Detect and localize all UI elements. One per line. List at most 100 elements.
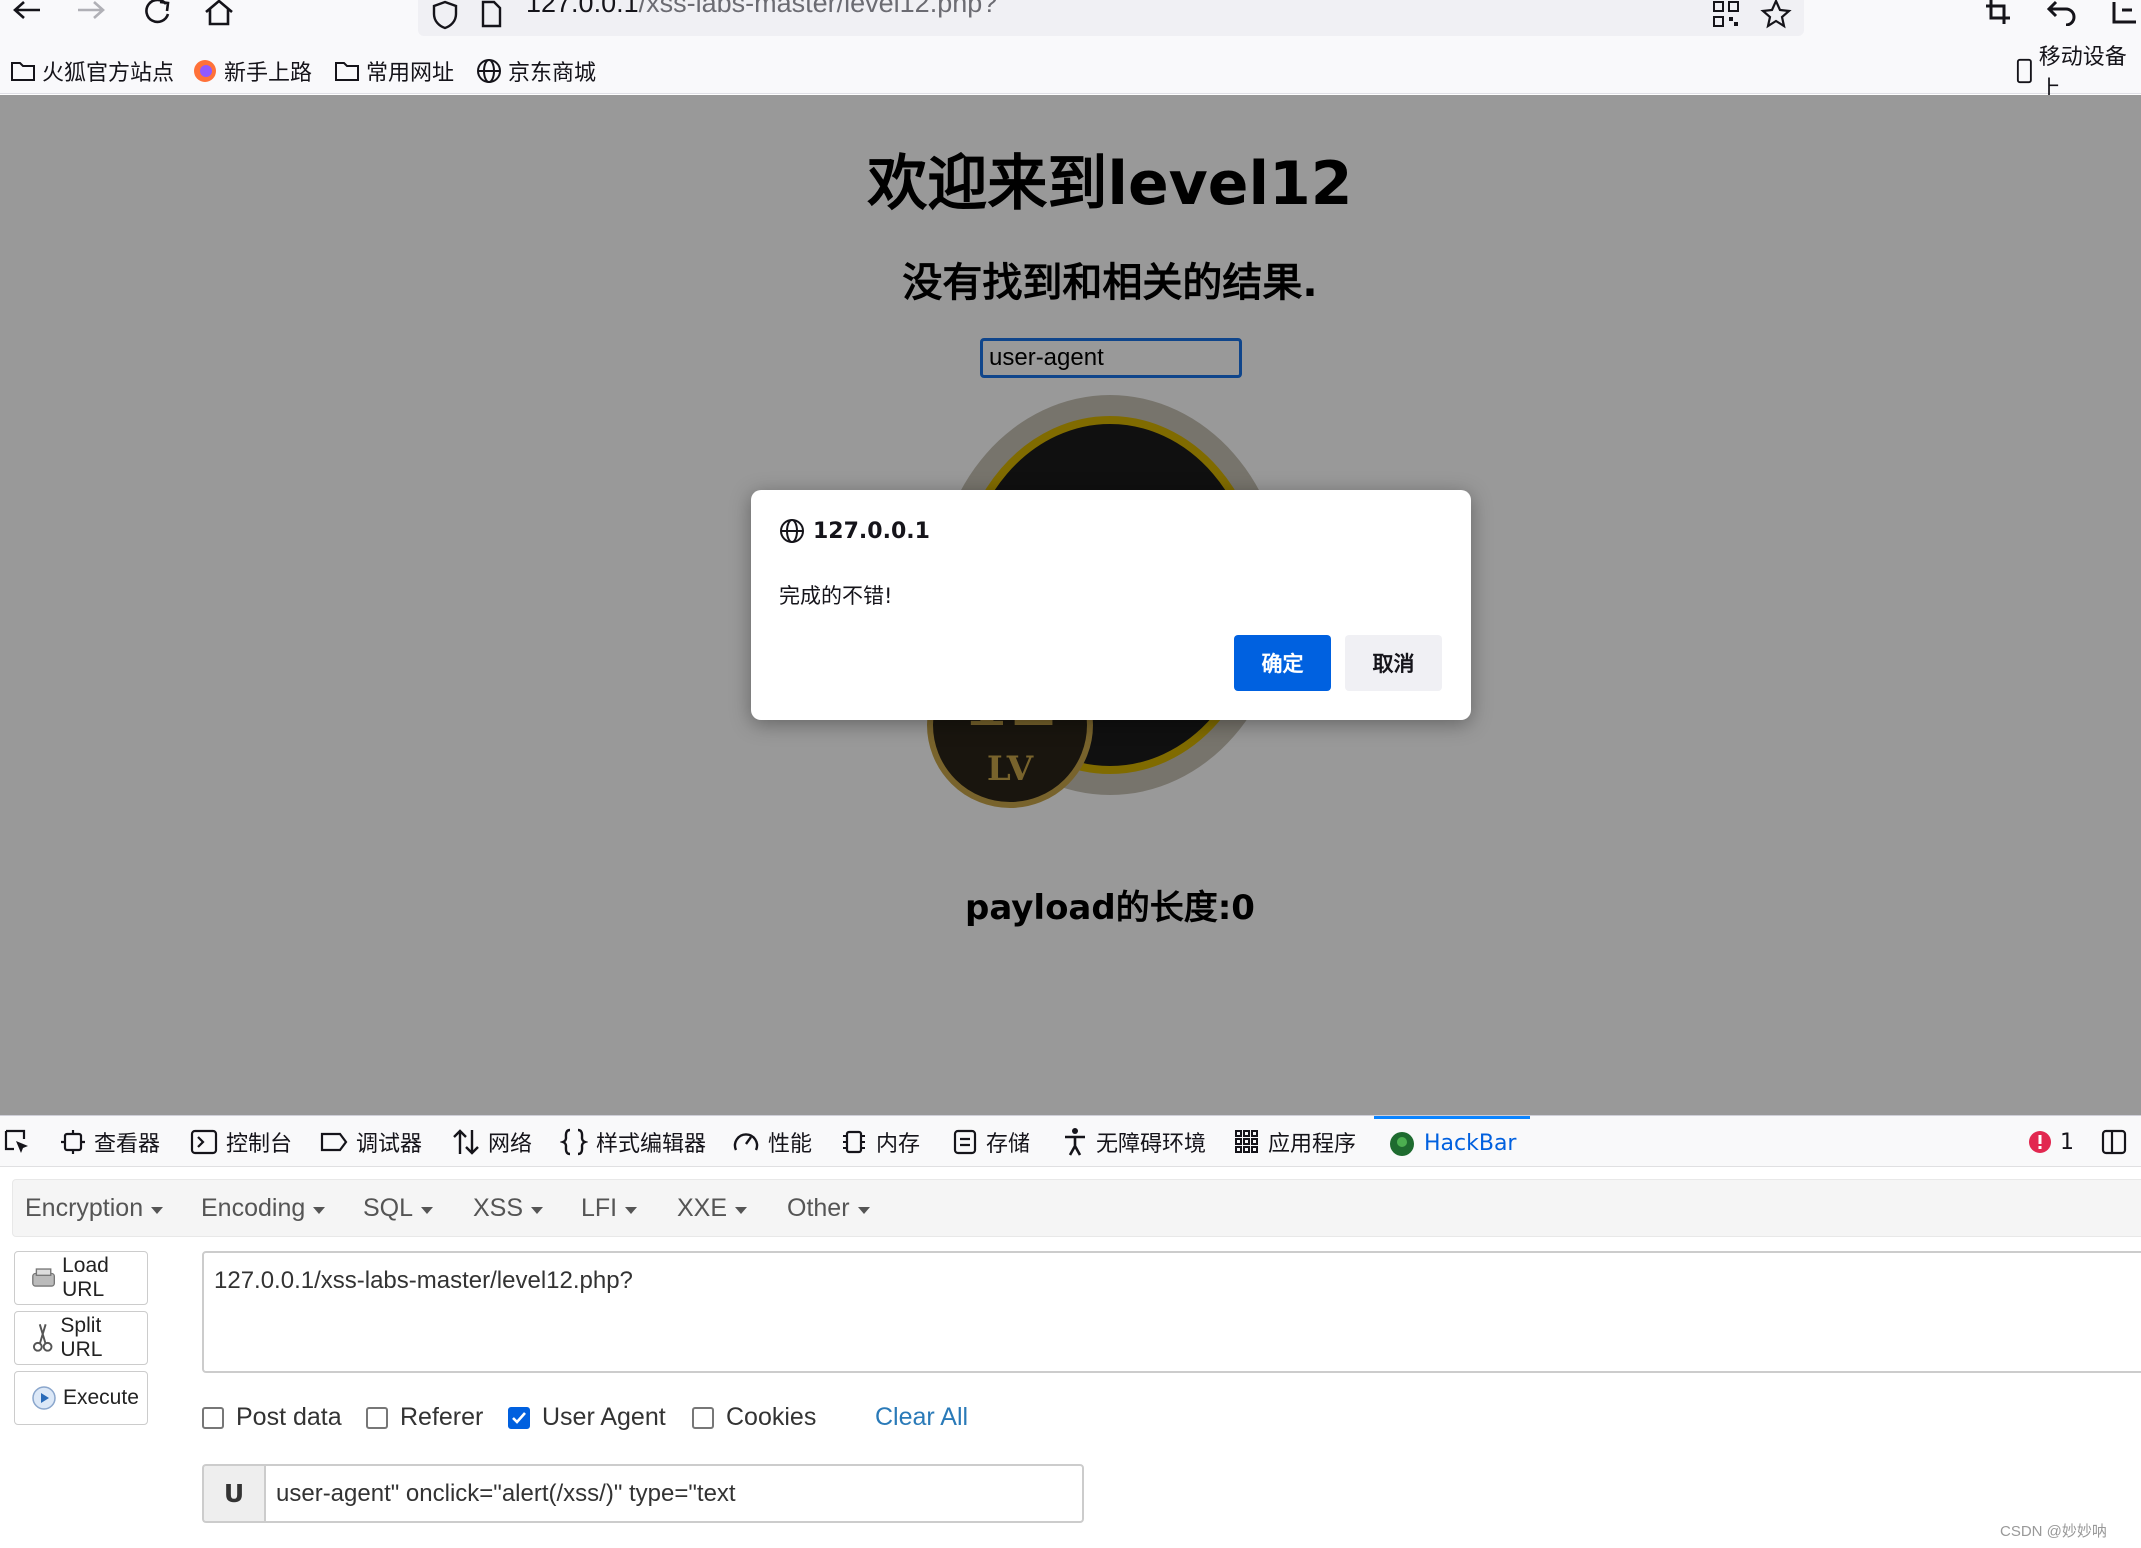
- dock-button[interactable]: [2100, 1116, 2128, 1168]
- bookmark-label: 京东商城: [508, 61, 597, 86]
- error-count-badge[interactable]: 1: [2028, 1116, 2074, 1168]
- cookies-checkbox[interactable]: Cookies: [692, 1403, 816, 1432]
- page-icon: [481, 0, 502, 28]
- execute-button[interactable]: Execute: [14, 1371, 148, 1425]
- dialog-message: 完成的不错!: [779, 584, 893, 608]
- caret-down-icon: [421, 1206, 434, 1214]
- user-agent-checkbox[interactable]: User Agent: [508, 1403, 666, 1432]
- user-agent-label: U: [202, 1464, 264, 1523]
- clear-all-link[interactable]: Clear All: [875, 1403, 968, 1432]
- tab-label: 样式编辑器: [596, 1132, 707, 1157]
- crop-icon[interactable]: [1984, 0, 2014, 26]
- browser-toolbar: 127.0.0.1/xss-labs-master/level12.php?: [0, 0, 2141, 46]
- menu-label: LFI: [581, 1194, 618, 1222]
- folder-icon: [335, 62, 359, 81]
- tab-style-editor[interactable]: 样式编辑器: [560, 1116, 706, 1168]
- bookmark-item[interactable]: 常用网址: [334, 56, 454, 86]
- alert-dialog: 127.0.0.1 完成的不错! 确定 取消: [751, 490, 1471, 720]
- menu-other[interactable]: Other: [787, 1194, 870, 1223]
- checkbox-label: Post data: [236, 1403, 342, 1431]
- firefox-icon: [194, 60, 216, 82]
- split-url-button[interactable]: Split URL: [14, 1311, 148, 1365]
- checkbox-label: Referer: [400, 1403, 484, 1431]
- tab-label: HackBar: [1424, 1131, 1517, 1156]
- ok-button[interactable]: 确定: [1234, 635, 1331, 691]
- referer-checkbox[interactable]: Referer: [366, 1403, 483, 1432]
- tab-label: 调试器: [356, 1132, 423, 1157]
- network-icon: [453, 1129, 479, 1155]
- play-icon: [32, 1386, 56, 1410]
- checkbox-unchecked: [692, 1406, 714, 1429]
- tab-network[interactable]: 网络: [452, 1116, 532, 1168]
- menu-label: XSS: [473, 1194, 524, 1222]
- menu-label: SQL: [363, 1194, 414, 1222]
- menu-encryption[interactable]: Encryption: [25, 1194, 164, 1223]
- post-data-checkbox[interactable]: Post data: [202, 1403, 342, 1432]
- tab-label: 存储: [986, 1132, 1031, 1157]
- tab-inspector[interactable]: 查看器: [60, 1116, 160, 1168]
- devtools-toolbar: 查看器 控制台 调试器 网络 样式编辑器 性能 内存 存储 无障碍环境 应用程序…: [0, 1115, 2141, 1167]
- tab-hackbar[interactable]: HackBar: [1374, 1116, 1531, 1168]
- checkbox-label: User Agent: [542, 1403, 666, 1431]
- picker-icon: [4, 1129, 28, 1153]
- undo-icon[interactable]: [2046, 0, 2078, 26]
- menu-xxe[interactable]: XXE: [677, 1194, 748, 1223]
- menu-label: XXE: [677, 1194, 728, 1222]
- star-icon[interactable]: [1760, 0, 1792, 30]
- menu-encoding[interactable]: Encoding: [201, 1194, 326, 1223]
- tab-console[interactable]: 控制台: [190, 1116, 292, 1168]
- tab-accessibility[interactable]: 无障碍环境: [1062, 1116, 1206, 1168]
- menu-sql[interactable]: SQL: [363, 1194, 434, 1223]
- menu-label: Encryption: [25, 1194, 144, 1222]
- forward-button[interactable]: [74, 0, 114, 28]
- caret-down-icon: [313, 1206, 326, 1214]
- tab-application[interactable]: 应用程序: [1234, 1116, 1356, 1168]
- memory-icon: [843, 1130, 865, 1154]
- tab-label: 内存: [876, 1132, 921, 1157]
- bookmark-item[interactable]: 火狐官方站点: [10, 56, 174, 86]
- load-url-button[interactable]: Load URL: [14, 1251, 148, 1305]
- debugger-icon: [320, 1132, 348, 1152]
- tab-label: 性能: [768, 1132, 813, 1157]
- back-button[interactable]: [10, 0, 50, 28]
- mobile-bookmarks[interactable]: 移动设备上: [2016, 45, 2141, 102]
- url-bar[interactable]: 127.0.0.1/xss-labs-master/level12.php?: [418, 0, 1804, 36]
- bookmark-item[interactable]: 京东商城: [476, 56, 596, 86]
- element-picker-button[interactable]: [2, 1116, 32, 1168]
- tab-label: 应用程序: [1268, 1132, 1357, 1157]
- tab-label: 控制台: [226, 1132, 293, 1157]
- url-textarea[interactable]: 127.0.0.1/xss-labs-master/level12.php?: [202, 1251, 2141, 1373]
- bookmark-label: 新手上路: [224, 61, 313, 86]
- home-button[interactable]: [202, 0, 242, 28]
- arrow-left-icon: [13, 1, 40, 19]
- checkbox-unchecked: [202, 1406, 224, 1429]
- dock-side-icon: [2101, 1129, 2127, 1155]
- menu-lfi[interactable]: LFI: [581, 1194, 638, 1223]
- tab-memory[interactable]: 内存: [840, 1116, 920, 1168]
- load-icon: [32, 1268, 56, 1287]
- caret-down-icon: [735, 1206, 748, 1214]
- caret-down-icon: [531, 1206, 544, 1214]
- bookmark-label: 常用网址: [366, 61, 455, 86]
- tab-performance[interactable]: 性能: [732, 1116, 812, 1168]
- tab-storage[interactable]: 存储: [952, 1116, 1030, 1168]
- braces-icon: [560, 1128, 588, 1156]
- arrow-right-icon: [78, 1, 105, 19]
- mobile-device-icon: [2016, 58, 2032, 84]
- reload-button[interactable]: [140, 0, 180, 28]
- console-icon: [190, 1129, 218, 1155]
- cancel-button[interactable]: 取消: [1345, 635, 1442, 691]
- button-label: Execute: [63, 1386, 139, 1409]
- tab-label: 无障碍环境: [1096, 1132, 1207, 1157]
- checkmark-icon: [512, 1411, 526, 1424]
- inspector-icon: [61, 1130, 85, 1154]
- globe-icon: [477, 59, 501, 83]
- menu-xss[interactable]: XSS: [473, 1194, 544, 1223]
- scissors-icon: [32, 1324, 53, 1352]
- extensions-icon[interactable]: [2110, 0, 2140, 26]
- user-agent-input[interactable]: user-agent" onclick="alert(/xss/)" type=…: [264, 1464, 1084, 1523]
- tab-debugger[interactable]: 调试器: [320, 1116, 422, 1168]
- bookmark-item[interactable]: 新手上路: [192, 56, 312, 86]
- dialog-origin-text: 127.0.0.1: [813, 518, 930, 544]
- qrcode-icon[interactable]: [1712, 0, 1740, 28]
